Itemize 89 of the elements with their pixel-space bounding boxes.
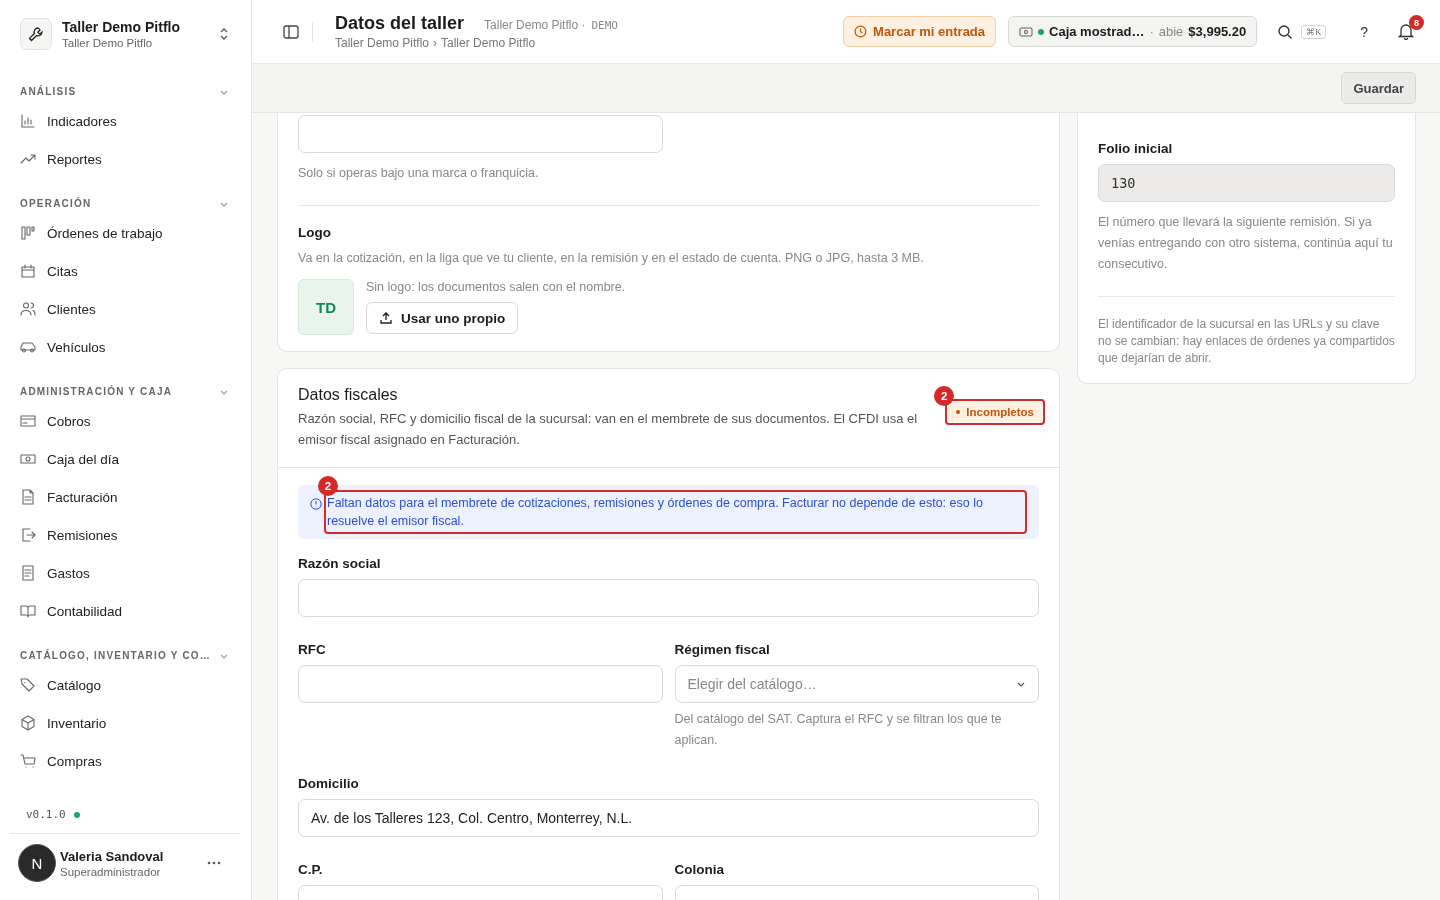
page-context: Taller Demo Pitflo ·: [484, 18, 586, 32]
cash-register-button[interactable]: Caja mostrad… · abie $3,995.20: [1008, 16, 1258, 47]
section-heading[interactable]: ANÁLISIS: [20, 86, 77, 97]
nav-item[interactable]: Remisiones: [0, 516, 251, 554]
shortcut-key: ⌘K: [1301, 24, 1327, 39]
status-badge: Incompletos: [948, 402, 1042, 422]
input-field[interactable]: [298, 665, 663, 703]
more-icon[interactable]: [207, 861, 221, 865]
info-note: El identificador de la sucursal en las URLs y su clave no se cambian: hay enlaces de órdenes ya compartidos que dejarían de abrir.: [1098, 316, 1395, 367]
document-icon: [20, 489, 36, 505]
info-icon: [310, 498, 322, 510]
avatar[interactable]: N: [18, 844, 56, 882]
section-description: Razón social, RFC y domicilio fiscal de la sucursal: van en el membrete de sus documentos. El CFDI usa el emisor fiscal asignado en Facturación.: [298, 410, 919, 449]
nav-item[interactable]: Caja del día: [0, 440, 251, 478]
field-hint: Solo si operas bajo una marca o franquicia.: [298, 165, 540, 182]
nav-item[interactable]: Cobros: [0, 402, 251, 440]
select-field[interactable]: Elegir del catálogo…: [674, 665, 1039, 703]
nav-item[interactable]: Catálogo: [0, 666, 251, 704]
version-label: v0.1.0: [26, 808, 66, 821]
book-icon: [20, 603, 36, 619]
workspace-name[interactable]: Taller Demo Pitflo: [62, 19, 209, 35]
field-description: Va en la cotización, en la liga que ve tu cliente, en la remisión y en el estado de cuenta. PNG o JPG, hasta 3 MB.: [298, 250, 925, 267]
bell-icon[interactable]: [1398, 23, 1414, 40]
nav-item[interactable]: Compras: [0, 742, 251, 780]
field-label: C.P.: [298, 862, 324, 877]
tag-icon: [20, 677, 36, 693]
car-icon: [20, 339, 36, 355]
banknote-icon: [1019, 26, 1034, 37]
clock-in-button[interactable]: Marcar mi entrada: [843, 16, 997, 47]
user-name: Valeria Sandoval: [60, 848, 165, 864]
nav-item[interactable]: Contabilidad: [0, 592, 251, 630]
logo-initials-tile: TD: [298, 279, 354, 335]
banknote-icon: [20, 451, 36, 467]
section-heading[interactable]: CATÁLOGO, INVENTARIO Y CO…: [20, 650, 212, 661]
status-dot: [73, 811, 80, 818]
columns-icon: [20, 225, 36, 241]
nav-item[interactable]: Clientes: [0, 290, 251, 328]
nav-item[interactable]: Inventario: [0, 704, 251, 742]
wrench-icon: [20, 18, 52, 50]
bar-chart-icon: [20, 113, 36, 129]
nav-item[interactable]: Órdenes de trabajo: [0, 214, 251, 252]
notification-count: 8: [1409, 15, 1424, 30]
card-icon: [20, 413, 36, 429]
sidebar-toggle-icon[interactable]: [282, 22, 300, 41]
field-label: Domicilio: [298, 776, 360, 791]
environment-label: DEMO: [591, 19, 618, 32]
chevron-updown-icon[interactable]: [219, 27, 229, 41]
workspace-subtitle: Taller Demo Pitflo: [62, 37, 154, 49]
section-heading[interactable]: OPERACIÓN: [20, 198, 92, 209]
section-heading[interactable]: ADMINISTRACIÓN Y CAJA: [20, 386, 173, 397]
help-button[interactable]: ?: [1360, 23, 1368, 40]
field-label: Colonia: [674, 862, 725, 877]
nav-item[interactable]: Vehículos: [0, 328, 251, 366]
breadcrumb-link[interactable]: Taller Demo Pitflo: [335, 36, 430, 50]
upload-icon: [379, 311, 393, 325]
annotation-number: 2: [318, 476, 338, 496]
clock-icon: [854, 25, 868, 38]
field-hint: El número que llevará la siguiente remisión. Si ya venías entregando con otro sistema, continúa aquí tu consecutivo.: [1098, 214, 1394, 273]
receipt-icon: [20, 565, 36, 581]
nav-item[interactable]: Indicadores: [0, 102, 251, 140]
input-field[interactable]: Av. de los Talleres 123, Col. Centro, Monterrey, N.L.: [298, 799, 1039, 837]
field-hint: Del catálogo del SAT. Captura el RFC y se filtran los que te aplican.: [674, 711, 1003, 749]
export-icon: [20, 527, 36, 543]
nav-item[interactable]: Facturación: [0, 478, 251, 516]
nav-item[interactable]: Gastos: [0, 554, 251, 592]
users-icon: [20, 301, 36, 317]
cart-icon: [20, 753, 36, 769]
upload-button[interactable]: Usar uno propio: [366, 302, 519, 334]
logo-note: Sin logo: los documentos salen con el nombre.: [366, 279, 626, 296]
save-button[interactable]: Guardar: [1341, 72, 1416, 104]
field-label: Logo: [298, 225, 332, 240]
breadcrumb-separator: ›: [433, 36, 438, 50]
section-title: Datos fiscales: [298, 386, 399, 404]
field-label: Régimen fiscal: [674, 642, 771, 657]
breadcrumb-link[interactable]: Taller Demo Pitflo: [441, 36, 536, 50]
nav-item[interactable]: Citas: [0, 252, 251, 290]
field-label: Razón social: [298, 556, 382, 571]
calendar-icon: [20, 263, 36, 279]
box-icon: [20, 715, 36, 731]
search-icon[interactable]: [1277, 23, 1294, 40]
annotation-number: 2: [934, 386, 955, 406]
field-label: RFC: [298, 642, 327, 657]
nav-item[interactable]: Reportes: [0, 140, 251, 178]
page-title: Datos del taller: [335, 13, 465, 34]
alert-message: Faltan datos para el membrete de cotizaciones, remisiones y órdenes de compra. Facturar no depende de esto: eso lo resuelve el emisor fiscal.: [327, 495, 984, 530]
user-role: Superadministrador: [60, 865, 162, 878]
field-label: Folio inicial: [1098, 141, 1174, 156]
input-field[interactable]: [298, 115, 663, 153]
input-field[interactable]: [298, 579, 1039, 617]
